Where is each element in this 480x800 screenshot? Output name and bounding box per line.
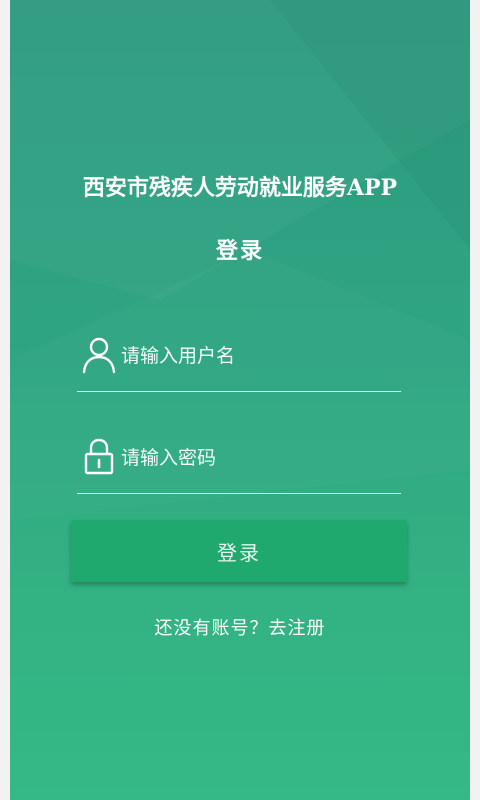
user-icon (81, 335, 117, 375)
login-heading: 登录 (215, 238, 264, 264)
background-decoration (10, 0, 470, 800)
password-field (77, 437, 401, 494)
login-screen: 西安市残疾人劳动就业服务APP 登录 登录 还没有账号？去注册 (10, 0, 470, 800)
lock-icon (81, 437, 117, 477)
password-input[interactable] (121, 441, 391, 475)
username-input[interactable] (121, 339, 391, 373)
register-link[interactable]: 还没有账号？去注册 (10, 614, 470, 640)
username-field (77, 335, 401, 392)
login-button[interactable]: 登录 (71, 520, 407, 582)
app-title: 西安市残疾人劳动就业服务APP (82, 175, 398, 201)
